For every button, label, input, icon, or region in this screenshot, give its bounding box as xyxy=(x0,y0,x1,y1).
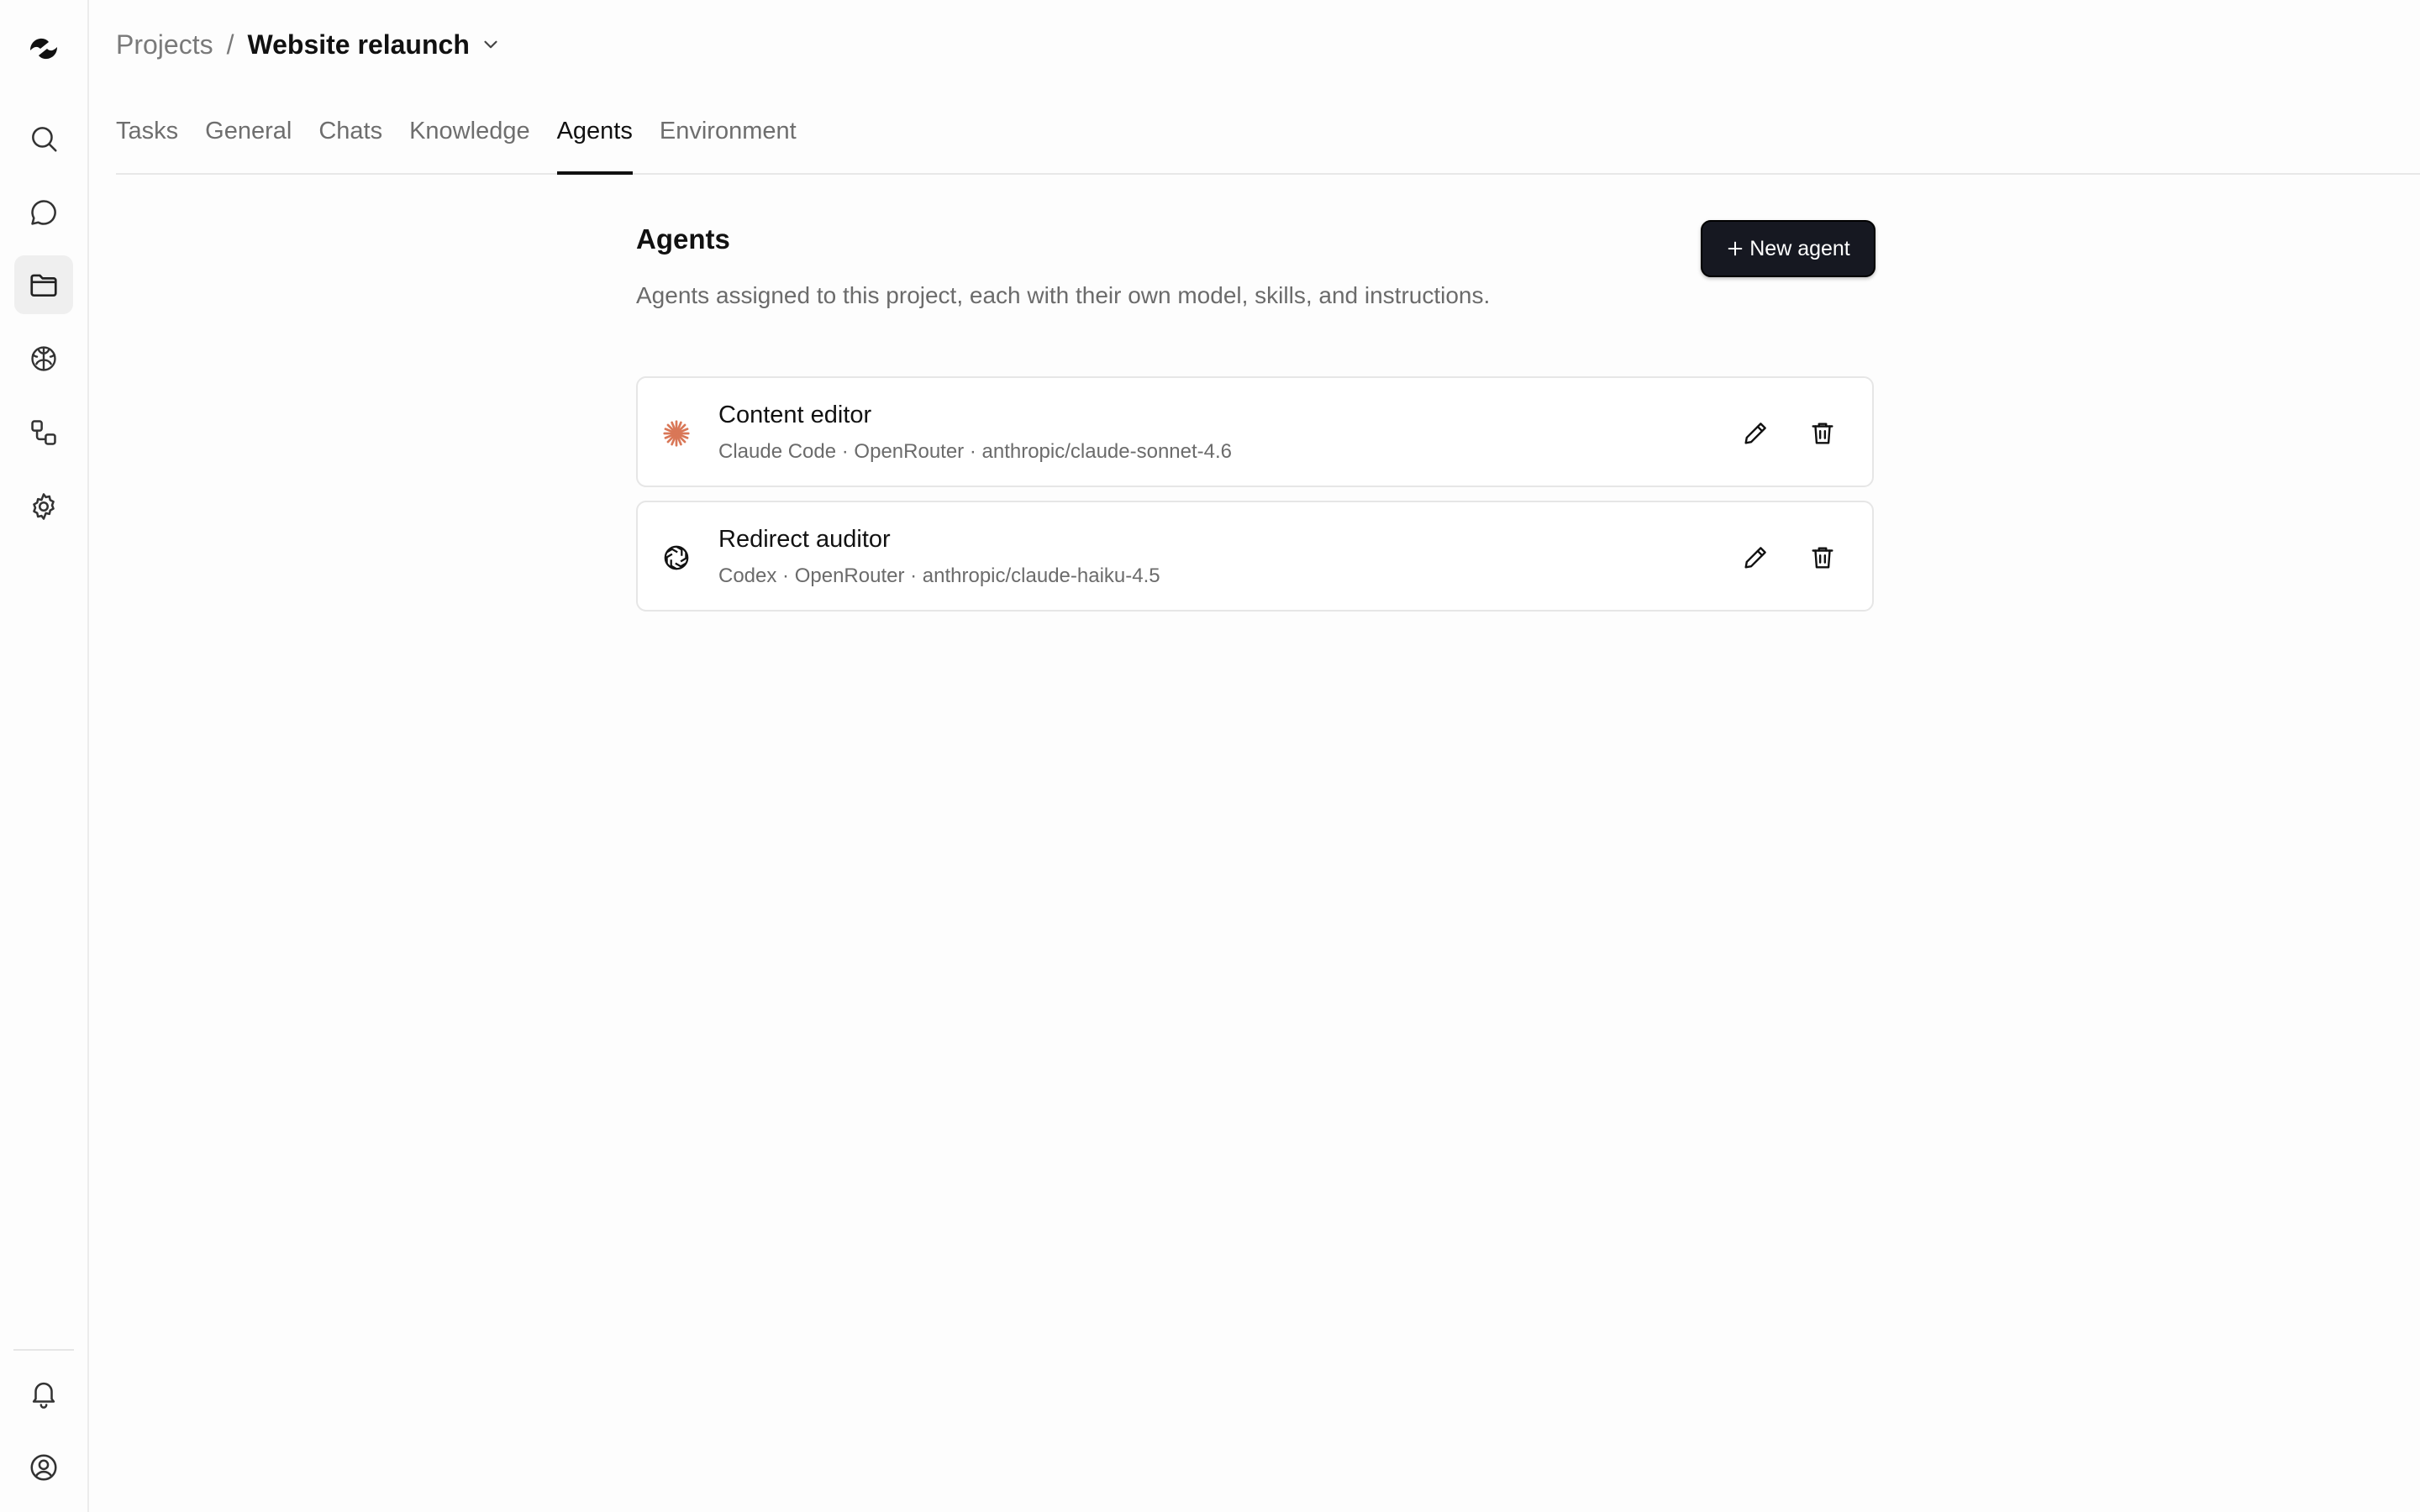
chat-bubble-icon xyxy=(28,197,60,228)
edit-agent-button[interactable] xyxy=(1737,539,1774,576)
sidebar-item-notifications[interactable] xyxy=(14,1364,73,1423)
breadcrumb-current-project[interactable]: Website relaunch xyxy=(247,29,469,60)
breadcrumb-projects-link[interactable]: Projects xyxy=(116,29,213,60)
sidebar-item-settings[interactable] xyxy=(14,477,73,536)
agent-meta: Claude Code · OpenRouter · anthropic/cla… xyxy=(718,440,1233,463)
sidebar-item-workflows[interactable] xyxy=(14,403,73,462)
tab-tasks[interactable]: Tasks xyxy=(116,111,178,165)
page-title: Agents xyxy=(636,223,730,255)
app-logo-icon[interactable] xyxy=(25,30,62,67)
tab-chats[interactable]: Chats xyxy=(318,111,382,165)
pencil-icon xyxy=(1741,543,1770,572)
sidebar-item-search[interactable] xyxy=(14,109,73,168)
plus-icon xyxy=(1726,239,1744,258)
search-icon xyxy=(28,123,60,155)
project-tabs: Tasks General Chats Knowledge Agents Env… xyxy=(116,111,2420,175)
tab-environment[interactable]: Environment xyxy=(660,111,797,165)
trash-icon xyxy=(1808,419,1837,448)
trash-icon xyxy=(1808,543,1837,572)
delete-agent-button[interactable] xyxy=(1804,539,1841,576)
breadcrumb-separator: / xyxy=(226,29,234,60)
sidebar-divider xyxy=(13,1349,74,1351)
breadcrumb: Projects / Website relaunch xyxy=(116,24,502,66)
agent-name: Content editor xyxy=(718,402,872,428)
sidebar-item-knowledge[interactable] xyxy=(14,329,73,388)
delete-agent-button[interactable] xyxy=(1804,415,1841,452)
claude-asterisk-icon xyxy=(661,418,692,449)
tab-agents[interactable]: Agents xyxy=(556,111,634,175)
openai-knot-icon xyxy=(661,543,692,573)
agent-card[interactable]: Redirect auditor Codex · OpenRouter · an… xyxy=(636,501,1874,612)
folder-icon xyxy=(28,269,60,301)
new-agent-button[interactable]: New agent xyxy=(1701,220,1876,277)
sidebar-item-projects[interactable] xyxy=(14,255,73,314)
agent-card[interactable]: Content editor Claude Code · OpenRouter … xyxy=(636,376,1874,487)
gear-icon xyxy=(28,491,60,522)
workflow-icon xyxy=(28,417,60,449)
edit-agent-button[interactable] xyxy=(1737,415,1774,452)
user-circle-icon xyxy=(28,1452,60,1483)
sidebar-item-account[interactable] xyxy=(14,1438,73,1497)
sidebar-rail xyxy=(0,0,89,1512)
sidebar-item-chats[interactable] xyxy=(14,183,73,242)
pencil-icon xyxy=(1741,419,1770,448)
chevron-down-icon[interactable] xyxy=(480,34,502,55)
bell-icon xyxy=(28,1378,60,1410)
page-description: Agents assigned to this project, each wi… xyxy=(636,282,1491,308)
new-agent-label: New agent xyxy=(1749,236,1850,260)
agent-name: Redirect auditor xyxy=(718,526,891,553)
agent-meta: Codex · OpenRouter · anthropic/claude-ha… xyxy=(718,564,1160,587)
tab-general[interactable]: General xyxy=(205,111,292,165)
brain-icon xyxy=(28,343,60,375)
tab-knowledge[interactable]: Knowledge xyxy=(409,111,530,165)
